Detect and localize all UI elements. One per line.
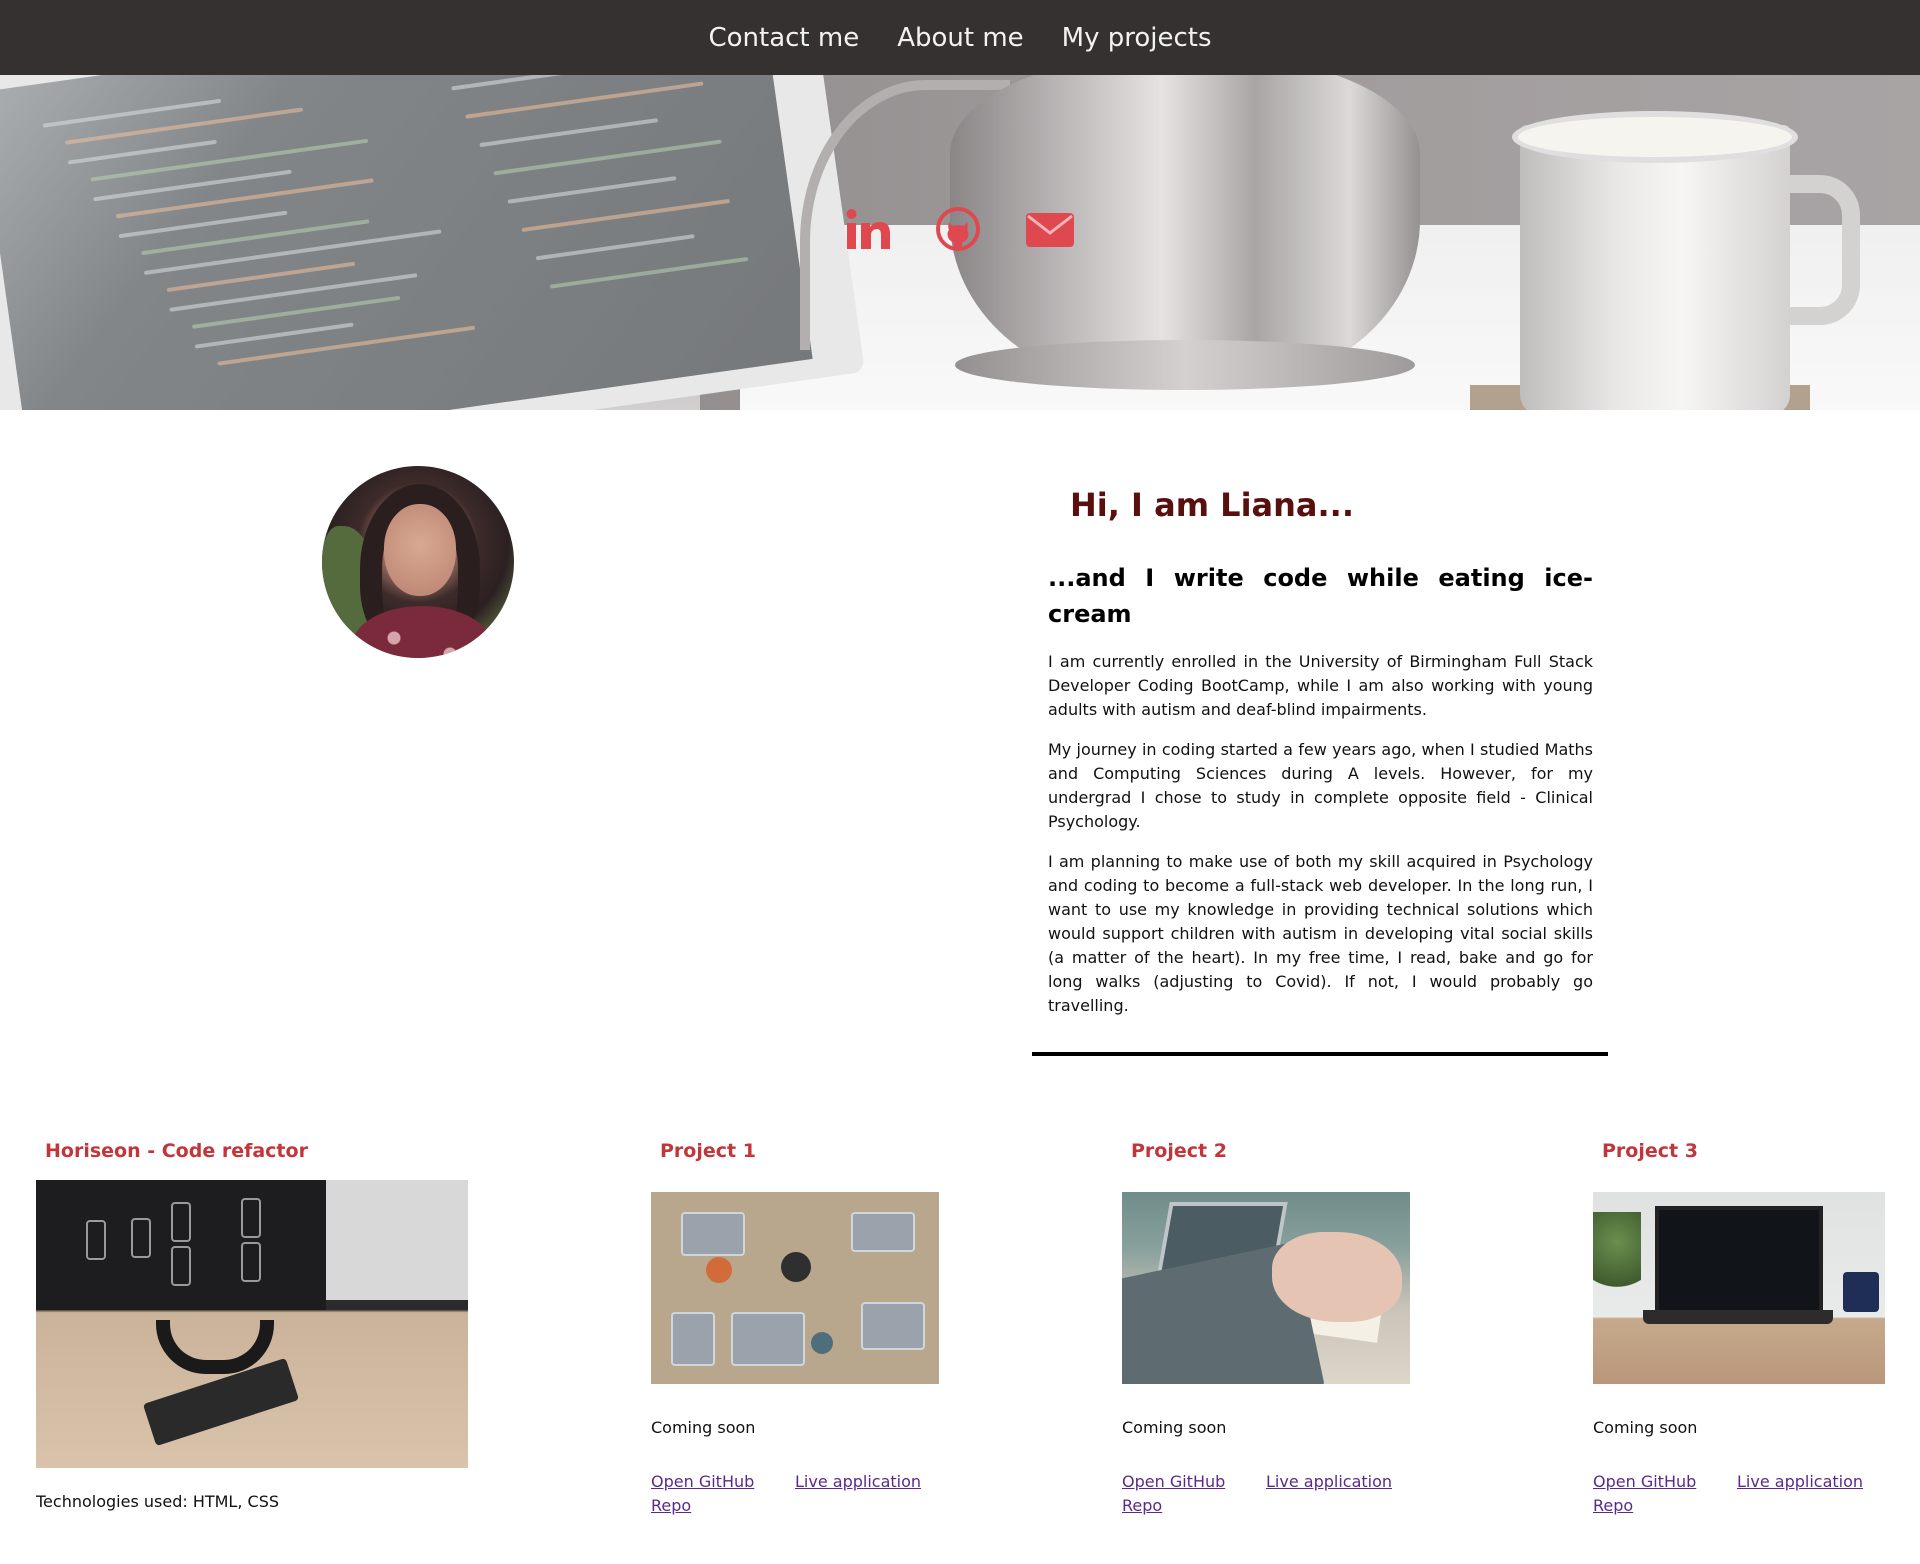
project-title: Project 1 [660,1140,756,1162]
project-card: Horiseon - Code refactor Technologies us… [36,1140,476,1520]
project-note: Coming soon [1593,1418,1698,1437]
github-icon[interactable] [936,207,980,251]
live-app-link[interactable]: Live application [795,1472,921,1491]
about-heading: Hi, I am Liana... [1070,486,1354,524]
live-app-link[interactable]: Live application [1737,1472,1863,1491]
project-image[interactable] [1593,1192,1885,1384]
project-title: Project 2 [1131,1140,1227,1162]
about-section: Hi, I am Liana... ...and I write code wh… [1048,466,1593,1018]
about-paragraph: My journey in coding started a few years… [1048,740,1593,831]
top-nav: Contact me About me My projects [0,0,1920,75]
hero-banner [0,75,1920,410]
project-image[interactable] [651,1192,939,1384]
linkedin-icon[interactable] [845,207,891,251]
project-card: Project 2 Coming soon Open GitHub Repo L… [1122,1140,1422,1520]
about-paragraph: I am currently enrolled in the Universit… [1048,652,1593,719]
project-note: Technologies used: HTML, CSS [36,1492,279,1511]
project-note: Coming soon [651,1418,756,1437]
project-card: Project 3 Coming soon Open GitHub Repo L… [1593,1140,1893,1520]
social-icons [845,199,1075,259]
profile-avatar [322,466,514,658]
live-app-link[interactable]: Live application [1266,1472,1392,1491]
project-note: Coming soon [1122,1418,1227,1437]
project-title: Horiseon - Code refactor [45,1140,308,1162]
project-image[interactable] [36,1180,468,1468]
project-card: Project 1 Coming soon Open GitHub Repo L… [651,1140,951,1520]
about-subheading: ...and I write code while eating ice-cre… [1048,564,1593,628]
nav-projects-link[interactable]: My projects [1062,23,1212,53]
github-repo-link[interactable]: Open GitHub Repo [1593,1472,1696,1515]
nav-about-link[interactable]: About me [897,23,1023,53]
nav-contact-link[interactable]: Contact me [708,23,859,53]
envelope-icon[interactable] [1025,209,1075,249]
github-repo-link[interactable]: Open GitHub Repo [1122,1472,1225,1515]
project-image[interactable] [1122,1192,1410,1384]
github-repo-link[interactable]: Open GitHub Repo [651,1472,754,1515]
section-divider [1032,1052,1608,1056]
about-paragraph: I am planning to make use of both my ski… [1048,852,1593,1015]
project-title: Project 3 [1602,1140,1698,1162]
